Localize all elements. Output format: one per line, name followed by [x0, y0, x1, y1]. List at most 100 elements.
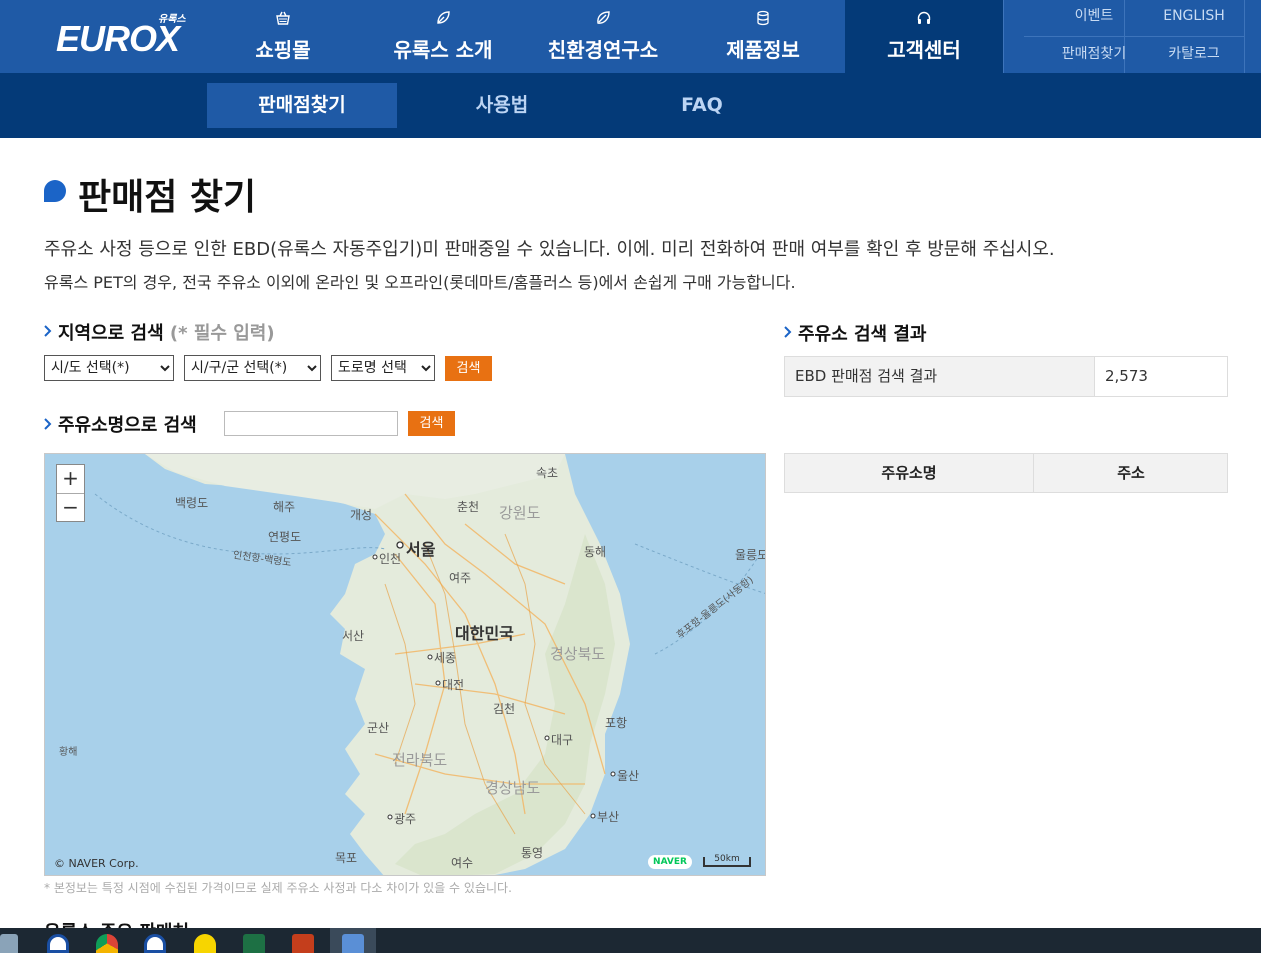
- subnav-faq[interactable]: FAQ: [607, 83, 797, 128]
- util-link-english[interactable]: ENGLISH: [1144, 0, 1244, 36]
- zoom-out-button[interactable]: −: [57, 494, 84, 522]
- sub-navigation: 판매점찾기 사용법 FAQ: [0, 73, 1261, 138]
- map-label: 연평도: [268, 530, 302, 544]
- os-taskbar: [0, 928, 1261, 953]
- map-label: 인천: [379, 552, 402, 566]
- map-label: 경상남도: [485, 779, 541, 797]
- nav-label: 쇼핑몰: [255, 38, 311, 62]
- map-label: 여주: [449, 571, 472, 585]
- util-link-catalog[interactable]: 카탈로그: [1144, 38, 1244, 74]
- map-label: 광주: [394, 812, 417, 826]
- excel-icon[interactable]: [243, 934, 265, 953]
- logo-subtext: 유록스: [158, 14, 186, 25]
- column-header-address: 주소: [1117, 464, 1145, 482]
- map-label: 통영: [521, 846, 544, 860]
- nav-label: 친환경연구소: [547, 38, 659, 62]
- nav-item-shopping-mall[interactable]: 쇼핑몰: [203, 0, 363, 73]
- nav-item-customer-center[interactable]: 고객센터: [845, 0, 1003, 73]
- database-icon: [683, 10, 843, 26]
- map-label: 동해: [584, 545, 607, 559]
- kakaotalk-icon[interactable]: [194, 934, 216, 953]
- map-label: 춘천: [457, 500, 480, 514]
- app-icon[interactable]: [342, 934, 364, 953]
- map-label: 해주: [273, 500, 296, 514]
- store-map[interactable]: + − 속초 춘천 강원도 백령도 해주 개성 연평도 서울 인천 인천항-백령…: [44, 453, 766, 876]
- map-scale-bar: 50km: [703, 855, 751, 867]
- map-label: 여수: [451, 856, 474, 870]
- result-count-table: EBD 판매점 검색 결과 2,573: [784, 356, 1228, 397]
- price-disclaimer: * 본정보는 특정 시점에 수집된 가격이므로 실제 주유소 사정과 다소 차이…: [44, 881, 512, 895]
- sigungu-select[interactable]: 시/구/군 선택(*): [184, 355, 321, 381]
- notice-text: 주유소 사정 등으로 인한 EBD(유록스 자동주입기)미 판매중일 수 있습니…: [44, 239, 1055, 260]
- utility-links: 이벤트 ENGLISH 판매점찾기 카탈로그: [1003, 0, 1261, 73]
- app-icon[interactable]: [47, 934, 69, 953]
- zoom-in-button[interactable]: +: [57, 465, 84, 493]
- result-count-value: 2,573: [1105, 367, 1148, 385]
- powerpoint-icon[interactable]: [292, 934, 314, 953]
- sido-select[interactable]: 시/도 선택(*): [44, 355, 174, 381]
- name-search-button[interactable]: 검색: [408, 411, 455, 436]
- subnav-usage[interactable]: 사용법: [407, 83, 597, 128]
- map-copyright: © NAVER Corp.: [54, 857, 139, 870]
- util-link-event[interactable]: 이벤트: [1044, 0, 1144, 36]
- basket-icon: [203, 10, 363, 26]
- map-label: 서산: [342, 629, 365, 643]
- map-label: 강원도: [499, 504, 541, 522]
- page-title-text: 판매점 찾기: [78, 177, 257, 218]
- region-search-label: 지역으로 검색 (* 필수 입력): [58, 319, 275, 345]
- util-link-store-finder[interactable]: 판매점찾기: [1044, 38, 1144, 74]
- chevron-right-icon: [44, 418, 52, 430]
- nav-item-about[interactable]: 유록스 소개: [363, 0, 523, 73]
- map-label: 전라북도: [392, 751, 448, 769]
- nav-label: 제품정보: [726, 38, 800, 62]
- map-label: 목포: [335, 851, 358, 865]
- map-label: 포항: [605, 716, 628, 730]
- map-label: 대한민국: [455, 624, 514, 643]
- map-label: 대구: [551, 733, 574, 747]
- divider: [1024, 36, 1244, 37]
- calculator-icon[interactable]: [0, 934, 18, 953]
- subnav-store-finder[interactable]: 판매점찾기: [207, 83, 397, 128]
- map-label: 군산: [367, 721, 390, 735]
- name-search-label: 주유소명으로 검색: [58, 415, 197, 436]
- map-zoom-control: + −: [56, 464, 85, 522]
- result-list-header: 주유소명 주소: [784, 453, 1228, 493]
- app-icon[interactable]: [144, 934, 166, 953]
- nav-item-products[interactable]: 제품정보: [683, 0, 843, 73]
- eurox-logo[interactable]: EUROX 유록스: [56, 12, 196, 62]
- column-header-station-name: 주유소명: [785, 454, 1034, 492]
- map-label: 세종: [434, 651, 457, 665]
- region-search-title: 지역으로 검색: [58, 323, 164, 344]
- naver-logo[interactable]: NAVER: [648, 855, 692, 869]
- station-name-input[interactable]: [224, 411, 398, 436]
- map-label: 속초: [536, 466, 559, 480]
- map-label: 김천: [493, 702, 516, 716]
- road-select[interactable]: 도로명 선택: [331, 355, 435, 381]
- map-label: 대전: [442, 678, 465, 692]
- divider: [1244, 0, 1245, 73]
- nav-label: 고객센터: [887, 38, 961, 62]
- nav-item-eco-lab[interactable]: 친환경연구소: [523, 0, 683, 73]
- map-label: 울산: [617, 769, 640, 783]
- required-note: (* 필수 입력): [169, 323, 275, 344]
- chrome-icon[interactable]: [96, 934, 118, 953]
- headset-icon: [845, 10, 1003, 26]
- chevron-right-icon: [784, 326, 792, 338]
- map-label: 부산: [597, 810, 620, 824]
- nav-label: 유록스 소개: [393, 38, 493, 62]
- purchase-info-text: 유록스 PET의 경우, 전국 주유소 이외에 온라인 및 오프라인(롯데마트/…: [44, 273, 796, 292]
- result-count-label: EBD 판매점 검색 결과: [785, 357, 1095, 396]
- map-label: 울릉도: [735, 548, 766, 562]
- map-label: 황해: [59, 747, 78, 758]
- title-bullet-icon: [44, 180, 66, 202]
- region-search-button[interactable]: 검색: [445, 356, 492, 381]
- map-label: 서울: [406, 540, 436, 559]
- map-label: 백령도: [175, 496, 209, 510]
- leaf-icon: [523, 10, 683, 26]
- top-navigation: EUROX 유록스 쇼핑몰 유록스 소개 친환경연구소 제품정보 고객센터 이벤…: [0, 0, 1261, 73]
- results-title: 주유소 검색 결과: [798, 324, 927, 345]
- chevron-right-icon: [44, 325, 52, 337]
- map-label: 개성: [350, 508, 373, 522]
- leaf-pen-icon: [363, 10, 523, 26]
- map-label: 경상북도: [550, 645, 606, 663]
